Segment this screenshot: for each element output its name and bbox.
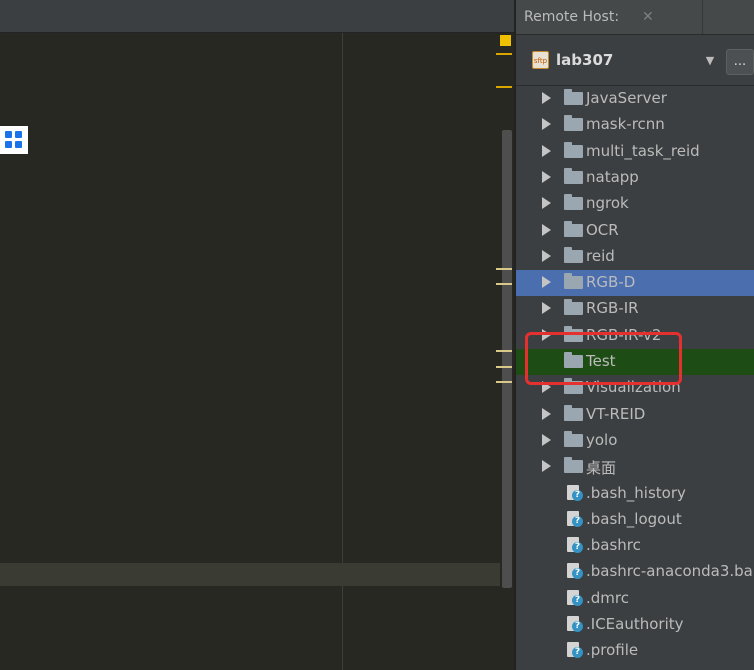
gutter-marker[interactable] (496, 268, 512, 270)
current-line-highlight (0, 563, 500, 586)
tree-item-label: VT-REID (586, 404, 646, 423)
unknown-file-icon (567, 537, 583, 554)
folder-icon (564, 246, 583, 263)
host-dropdown-icon[interactable]: ▼ (704, 54, 716, 68)
tree-folder-row[interactable]: RGB-D (516, 270, 754, 297)
tree-folder-row[interactable]: 桌面 (516, 454, 754, 480)
tree-folder-row[interactable]: JavaServer (516, 86, 754, 112)
tree-item-label: RGB-IR (586, 299, 639, 318)
tree-item-label: 桌面 (586, 459, 617, 478)
folder-icon (564, 404, 583, 421)
tree-item-label: RGB-D (586, 273, 636, 292)
tree-folder-row[interactable]: RGB-IR (516, 296, 754, 322)
tree-item-label: .profile (586, 641, 639, 660)
tree-item-label: .ICEauthority (586, 615, 684, 633)
folder-icon (564, 430, 583, 447)
header-divider (702, 0, 703, 34)
more-button[interactable]: ... (726, 49, 754, 75)
gutter-marker[interactable] (496, 283, 512, 285)
expand-arrow-icon[interactable] (542, 223, 551, 236)
expand-arrow-icon[interactable] (542, 302, 551, 315)
tree-item-label: reid (586, 246, 615, 265)
expand-arrow-icon[interactable] (542, 433, 551, 446)
host-name[interactable]: lab307 (556, 51, 613, 69)
gutter-marker[interactable] (496, 350, 512, 352)
folder-icon (564, 299, 583, 316)
tree-file-row[interactable]: .ICEauthority (516, 612, 754, 638)
unknown-file-icon (567, 642, 583, 659)
tree-folder-row[interactable]: reid (516, 244, 754, 270)
tree-file-row[interactable]: .bashrc (516, 533, 754, 559)
editor-area[interactable] (0, 0, 514, 670)
highlight-annotation-box (525, 332, 682, 385)
tree-folder-row[interactable]: OCR (516, 218, 754, 244)
unknown-file-icon (567, 589, 583, 606)
tree-file-row[interactable]: .bash_logout (516, 507, 754, 533)
unknown-file-icon (567, 616, 583, 632)
tree-folder-row[interactable]: mask-rcnn (516, 112, 754, 138)
tree-file-row[interactable]: .bashrc-anaconda3.bak (516, 559, 754, 585)
folder-icon (564, 220, 583, 237)
close-icon[interactable]: ✕ (642, 9, 654, 25)
gutter-marker[interactable] (496, 86, 512, 88)
tree-folder-row[interactable]: multi_task_reid (516, 139, 754, 165)
tree-item-label: .dmrc (586, 588, 629, 607)
folder-icon (564, 273, 583, 290)
floating-app-icon[interactable] (0, 126, 28, 154)
gutter-marker[interactable] (496, 381, 512, 383)
sftp-icon: sftp (532, 51, 549, 69)
tree-item-label: .bashrc (586, 536, 641, 555)
editor-scrollbar[interactable] (502, 130, 512, 588)
tree-item-label: multi_task_reid (586, 141, 700, 160)
tree-item-label: yolo (586, 430, 618, 449)
tree-item-label: natapp (586, 167, 639, 186)
expand-arrow-icon[interactable] (542, 407, 551, 420)
tree-item-label: JavaServer (586, 89, 667, 107)
folder-icon (564, 167, 583, 184)
inspection-status-icon[interactable] (500, 35, 511, 46)
expand-arrow-icon[interactable] (542, 197, 551, 210)
tree-folder-row[interactable]: natapp (516, 165, 754, 191)
tree-item-label: .bashrc-anaconda3.bak (586, 562, 754, 581)
expand-arrow-icon[interactable] (542, 276, 551, 289)
expand-arrow-icon[interactable] (542, 92, 551, 104)
tree-folder-row[interactable]: yolo (516, 428, 754, 454)
tree-folder-row[interactable]: VT-REID (516, 402, 754, 428)
unknown-file-icon (567, 510, 583, 527)
panel-header: Remote Host: ✕ (516, 0, 754, 35)
tree-folder-row[interactable]: ngrok (516, 191, 754, 217)
expand-arrow-icon[interactable] (542, 118, 551, 131)
expand-arrow-icon[interactable] (542, 249, 551, 262)
gutter-marker[interactable] (496, 53, 512, 55)
panel-title: Remote Host: (524, 9, 620, 25)
unknown-file-icon (567, 484, 583, 501)
folder-icon (564, 457, 583, 474)
tree-file-row[interactable]: .dmrc (516, 586, 754, 612)
expand-arrow-icon[interactable] (542, 170, 551, 183)
tree-item-label: OCR (586, 220, 619, 239)
tree-item-label: ngrok (586, 194, 629, 213)
folder-icon (564, 141, 583, 158)
tree-item-label: .bash_logout (586, 509, 682, 528)
editor-tab-strip (0, 0, 514, 33)
unknown-file-icon (567, 563, 583, 580)
tree-item-label: .bash_history (586, 483, 686, 502)
tree-file-row[interactable]: .profile (516, 638, 754, 664)
folder-icon (564, 89, 583, 105)
host-selector-bar: sftp lab307 ▼ ... (516, 35, 754, 86)
folder-icon (564, 194, 583, 211)
tree-item-label: mask-rcnn (586, 115, 665, 134)
folder-icon (564, 115, 583, 132)
expand-arrow-icon[interactable] (542, 144, 551, 157)
tree-file-row[interactable]: .bash_history (516, 481, 754, 507)
gutter-marker[interactable] (496, 366, 512, 368)
expand-arrow-icon[interactable] (542, 460, 551, 473)
